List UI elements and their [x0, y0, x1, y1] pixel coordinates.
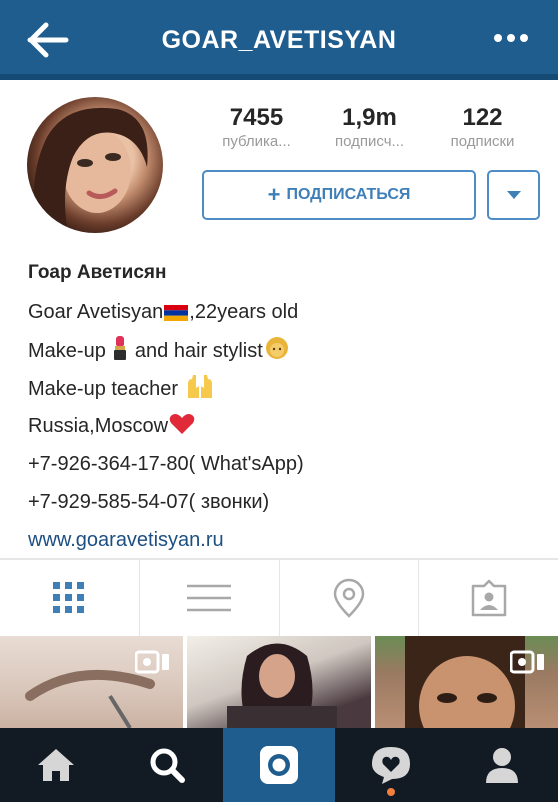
bio-text: Make-up teacher — [28, 378, 184, 400]
bio-line-3: Make-up teacher — [28, 374, 543, 412]
more-dots-icon[interactable] — [494, 34, 528, 44]
nav-camera[interactable] — [223, 728, 335, 802]
search-icon — [150, 748, 186, 783]
bio-line-2: Make-up and hair stylist — [28, 336, 543, 374]
list-icon — [187, 584, 232, 612]
location-pin-icon — [333, 578, 365, 618]
top-bar: GOAR_AVETISYAN — [0, 0, 558, 80]
photo-grid — [0, 636, 558, 728]
photo-thumbnail[interactable] — [187, 636, 371, 728]
triangle-down-icon — [506, 191, 521, 199]
stat-followers[interactable]: 1,9m подписч... — [313, 104, 426, 152]
selfie-photo-image — [227, 643, 338, 728]
arrow-left-icon[interactable] — [26, 20, 70, 60]
profile-full-name: Гоар Аветисян — [28, 262, 167, 283]
raised-hands-icon — [187, 375, 212, 398]
nav-profile[interactable] — [446, 728, 558, 802]
notification-dot — [386, 788, 395, 796]
photo-thumbnail[interactable] — [0, 636, 184, 728]
nav-home[interactable] — [0, 728, 112, 802]
stat-followers-label: подписч... — [334, 133, 405, 150]
avatar[interactable] — [27, 97, 163, 233]
bio-line-4: Russia,Moscow — [28, 412, 543, 450]
bio-line-1: Goar Avetisyan ,22years old — [28, 298, 543, 336]
bio-phone-1[interactable]: +7-926-364-17-80( What'sApp) — [28, 450, 543, 488]
profile-tabs — [0, 560, 558, 636]
profile-stats: 7455 публика... 1,9m подписч... 122 подп… — [200, 104, 540, 152]
follow-button[interactable]: + ПОДПИСАТЬСЯ — [202, 170, 476, 220]
plus-icon: + — [267, 182, 281, 207]
grid-icon — [53, 582, 85, 613]
bottom-navigation — [0, 728, 558, 802]
haircut-woman-icon — [265, 337, 288, 359]
red-heart-icon — [169, 414, 195, 434]
tab-tagged[interactable] — [419, 560, 558, 636]
nav-activity[interactable] — [335, 728, 447, 802]
stat-following-count: 122 — [462, 104, 503, 131]
stat-posts-label: публика... — [222, 133, 291, 150]
profile-username-title: GOAR_AVETISYAN — [161, 26, 397, 54]
photo-thumbnail[interactable] — [374, 636, 558, 728]
follow-button-label: ПОДПИСАТЬСЯ — [286, 186, 411, 203]
tab-grid[interactable] — [0, 560, 140, 636]
profile-bio: Гоар Аветисян Goar Avetisyan ,22years old… — [28, 260, 543, 564]
tagged-photos-icon — [471, 579, 506, 617]
profile-icon — [486, 748, 519, 783]
bio-text: Russia,Moscow — [28, 415, 169, 437]
bio-text: ,22years old — [189, 301, 299, 323]
camera-icon — [259, 746, 298, 784]
stat-posts-count: 7455 — [229, 104, 284, 131]
lipstick-icon — [114, 336, 127, 360]
stat-following-label: подписки — [450, 133, 515, 150]
activity-heart-icon — [371, 747, 410, 784]
suggestions-dropdown-button[interactable] — [487, 170, 540, 220]
stat-posts[interactable]: 7455 публика... — [200, 104, 313, 152]
video-camera-icon — [509, 650, 544, 674]
stat-followers-count: 1,9m — [342, 104, 397, 131]
bio-text: and hair stylist — [129, 340, 263, 362]
video-camera-icon — [135, 650, 170, 674]
tab-list[interactable] — [140, 560, 280, 636]
bio-text: Goar Avetisyan — [28, 301, 164, 323]
bio-text: Make-up — [28, 340, 112, 362]
stat-following[interactable]: 122 подписки — [426, 104, 539, 152]
nav-search[interactable] — [112, 728, 224, 802]
bio-phone-2[interactable]: +7-929-585-54-07( звонки) — [28, 488, 543, 526]
tab-location[interactable] — [280, 560, 420, 636]
armenia-flag-icon — [164, 305, 189, 321]
home-icon — [37, 749, 74, 781]
